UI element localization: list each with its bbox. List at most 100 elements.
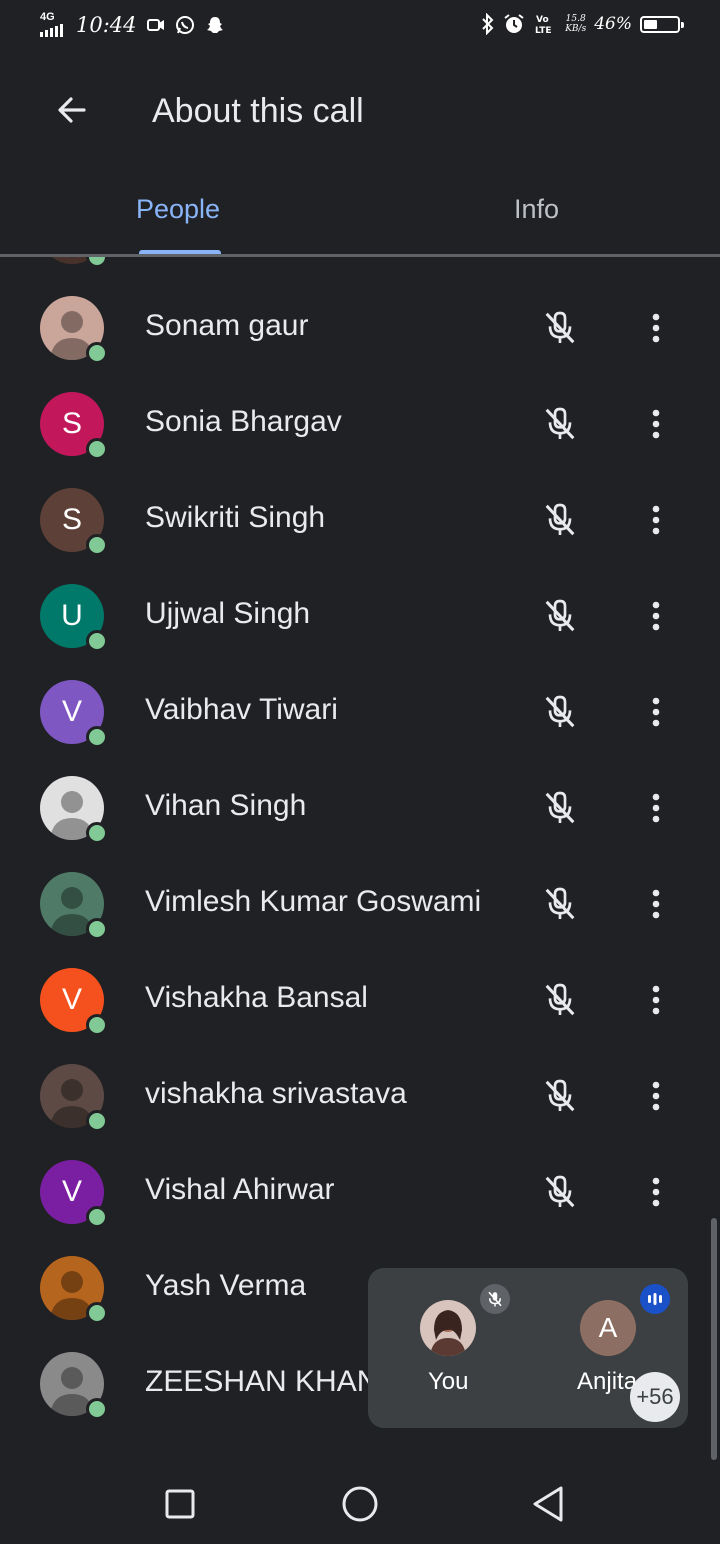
participant-name: Sonam gaur	[145, 309, 309, 342]
alarm-icon	[504, 14, 524, 33]
participant-more-button[interactable]	[636, 304, 676, 352]
mute-status-button[interactable]	[536, 880, 584, 928]
scrollbar[interactable]	[711, 1218, 717, 1460]
mute-status-button[interactable]	[536, 592, 584, 640]
participant-more-button[interactable]	[636, 400, 676, 448]
participant-more-button[interactable]	[636, 1168, 676, 1216]
app-bar: About this call	[0, 56, 720, 168]
mic-off-icon	[545, 1175, 575, 1208]
speed-unit: KB/s	[565, 24, 587, 34]
mute-status-button[interactable]	[536, 1072, 584, 1120]
participant-row[interactable]: U Ujjwal Singh	[0, 568, 720, 664]
mic-off-icon	[545, 1079, 575, 1112]
participant-name: vishakha srivastava	[145, 1077, 407, 1110]
presence-indicator	[86, 257, 108, 268]
mute-status-button[interactable]	[536, 400, 584, 448]
back-button[interactable]	[44, 82, 100, 138]
presence-indicator	[86, 630, 108, 652]
participant-row[interactable]: Vimlesh Kumar Goswami	[0, 856, 720, 952]
presence-indicator	[86, 1110, 108, 1132]
mute-status-button[interactable]	[536, 688, 584, 736]
presence-indicator	[86, 1014, 108, 1036]
mute-status-button[interactable]	[536, 784, 584, 832]
participants-list: Somesh Narayan Tripathi Sonam gaur SSonia …	[0, 257, 720, 1432]
participant-more-button[interactable]	[636, 1072, 676, 1120]
participant-name: ZEESHAN KHAN	[145, 1365, 379, 1398]
more-participants-badge: +56	[630, 1372, 680, 1422]
mic-off-icon	[545, 695, 575, 728]
more-vert-icon	[652, 409, 660, 439]
participant-row[interactable]: vishakha srivastava	[0, 1048, 720, 1144]
presence-indicator	[86, 918, 108, 940]
participant-more-button[interactable]	[636, 496, 676, 544]
participant-name: Ujjwal Singh	[145, 597, 311, 630]
mic-off-icon	[545, 311, 575, 344]
whatsapp-icon	[175, 15, 194, 34]
participant-more-button[interactable]	[636, 976, 676, 1024]
mute-status-button[interactable]	[536, 496, 584, 544]
tab-bar: People Info	[0, 168, 720, 256]
network-indicator: 4G	[40, 12, 66, 37]
participant-name: Swikriti Singh	[145, 501, 326, 534]
battery-percent: 46%	[594, 14, 632, 34]
participant-row[interactable]: Sonam gaur	[0, 280, 720, 376]
presence-indicator	[86, 342, 108, 364]
battery-icon	[640, 15, 684, 33]
battery-fill	[644, 19, 657, 29]
call-preview-tile[interactable]: You A Anjita +56	[368, 1268, 688, 1428]
participant-more-button[interactable]	[636, 592, 676, 640]
home-button[interactable]	[338, 1482, 382, 1526]
participant-row[interactable]: V Vishal Ahirwar	[0, 1144, 720, 1240]
more-vert-icon	[652, 889, 660, 919]
square-icon	[165, 1489, 195, 1519]
clock: 10:44	[76, 12, 137, 37]
mic-off-icon	[545, 407, 575, 440]
more-vert-icon	[652, 313, 660, 343]
participant-row[interactable]: S Swikriti Singh	[0, 472, 720, 568]
svg-text:LTE: LTE	[535, 26, 552, 36]
network-type: 4G	[40, 11, 55, 23]
mic-off-icon	[545, 599, 575, 632]
presence-indicator	[86, 726, 108, 748]
tab-people[interactable]: People	[136, 194, 220, 225]
status-bar: 4G 10:44 Vo LTE 15.8 KB/s 46%	[0, 0, 720, 56]
mute-status-button[interactable]	[536, 304, 584, 352]
self-avatar	[420, 1300, 476, 1356]
back-nav-button[interactable]	[526, 1482, 570, 1526]
system-nav-bar	[0, 1460, 720, 1544]
arrow-back-icon	[58, 97, 86, 123]
circle-icon	[342, 1486, 378, 1522]
mic-off-icon	[545, 887, 575, 920]
bluetooth-icon	[482, 13, 494, 35]
page-title: About this call	[152, 92, 364, 130]
self-label: You	[428, 1368, 469, 1395]
participant-row[interactable]: V Vaibhav Tiwari	[0, 664, 720, 760]
network-speed: 15.8 KB/s	[565, 14, 586, 34]
participant-row[interactable]: S Sonia Bhargav	[0, 376, 720, 472]
participant-name: Vimlesh Kumar Goswami	[145, 885, 482, 918]
presence-indicator	[86, 1206, 108, 1228]
participant-row[interactable]: V Vishakha Bansal	[0, 952, 720, 1048]
more-vert-icon	[652, 697, 660, 727]
participant-name: Vishakha Bansal	[145, 981, 368, 1014]
video-icon	[146, 18, 164, 31]
mute-status-button[interactable]	[536, 976, 584, 1024]
triangle-back-icon	[533, 1486, 563, 1522]
presence-indicator	[86, 822, 108, 844]
volte-icon: Vo LTE	[535, 15, 552, 36]
participant-more-button[interactable]	[636, 688, 676, 736]
tab-info[interactable]: Info	[514, 194, 559, 225]
mic-off-icon	[545, 983, 575, 1016]
participant-row[interactable]: Somesh Narayan Tripathi	[0, 257, 720, 280]
more-vert-icon	[652, 985, 660, 1015]
participant-more-button[interactable]	[636, 784, 676, 832]
recents-button[interactable]	[158, 1482, 202, 1526]
presence-indicator	[86, 1302, 108, 1324]
mic-off-icon	[488, 1291, 502, 1307]
mute-status-button[interactable]	[536, 1168, 584, 1216]
participant-row[interactable]: Vihan Singh	[0, 760, 720, 856]
more-vert-icon	[652, 1081, 660, 1111]
speaker-avatar: A	[580, 1300, 636, 1356]
participant-more-button[interactable]	[636, 880, 676, 928]
mic-off-icon	[545, 503, 575, 536]
